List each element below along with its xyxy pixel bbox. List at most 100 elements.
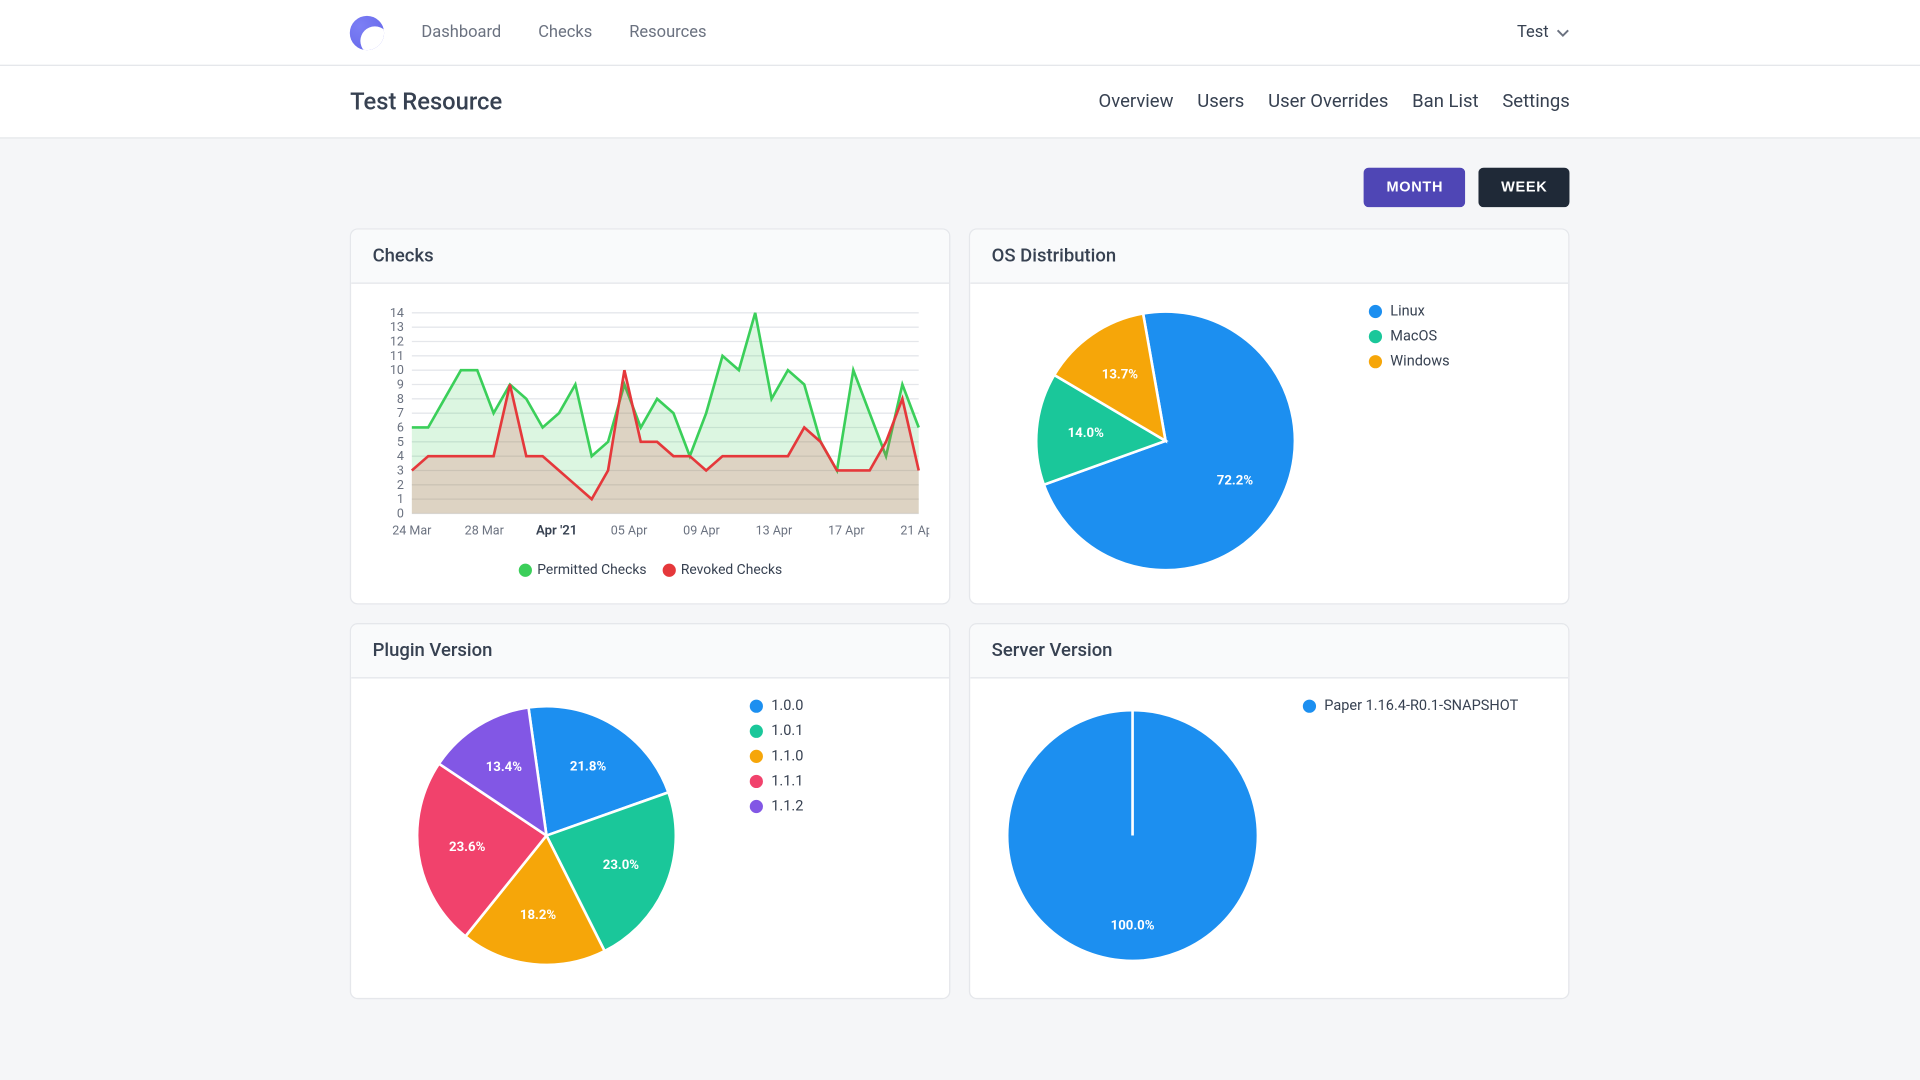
card-os: OS Distribution 72.2% 14.0% 13.7% Linux Mac… xyxy=(969,228,1570,604)
svg-text:05 Apr: 05 Apr xyxy=(611,524,648,539)
server-chart[interactable]: 100.0% Paper 1.16.4-R0.1-SNAPSHOT xyxy=(971,678,1569,997)
os-chart[interactable]: 72.2% 14.0% 13.7% Linux MacOS Windows xyxy=(971,284,1569,603)
svg-text:100.0%: 100.0% xyxy=(1111,918,1155,933)
legend-item[interactable]: Linux xyxy=(1369,302,1449,319)
user-menu-label: Test xyxy=(1517,22,1549,42)
card-server-title: Server Version xyxy=(971,624,1569,678)
card-plugin-title: Plugin Version xyxy=(351,624,949,678)
legend-label: Paper 1.16.4-R0.1-SNAPSHOT xyxy=(1324,697,1518,714)
legend-item[interactable]: MacOS xyxy=(1369,327,1449,344)
svg-text:Apr '21: Apr '21 xyxy=(536,524,577,539)
checks-legend: Permitted Checks Revoked Checks xyxy=(375,561,925,578)
legend-item[interactable]: 1.1.2 xyxy=(750,797,803,814)
svg-text:23.6%: 23.6% xyxy=(449,840,486,855)
legend-label: MacOS xyxy=(1390,327,1437,344)
legend-dot-icon xyxy=(750,699,763,712)
card-os-title: OS Distribution xyxy=(971,230,1569,284)
tab-settings[interactable]: Settings xyxy=(1502,91,1569,112)
svg-text:28 Mar: 28 Mar xyxy=(465,524,505,539)
svg-text:1: 1 xyxy=(397,492,404,507)
legend-dot-icon xyxy=(1369,354,1382,367)
legend-dot-icon xyxy=(750,724,763,737)
svg-text:0: 0 xyxy=(397,506,404,521)
svg-text:24 Mar: 24 Mar xyxy=(393,524,433,539)
plugin-legend: 1.0.0 1.0.1 1.1.0 1.1.1 1.1.2 xyxy=(750,697,803,822)
legend-dot-icon xyxy=(750,799,763,812)
plugin-chart[interactable]: 21.8% 23.0% 18.2% 23.6% 13.4% 1.0.0 1.0.1 1.1.… xyxy=(351,678,949,997)
page-header: Test Resource Overview Users User Overri… xyxy=(0,66,1920,139)
svg-text:2: 2 xyxy=(397,478,404,493)
svg-text:21.8%: 21.8% xyxy=(570,759,607,774)
svg-text:13.4%: 13.4% xyxy=(486,760,523,775)
logo-icon xyxy=(350,15,384,49)
tab-overview[interactable]: Overview xyxy=(1099,91,1174,112)
chevron-down-icon xyxy=(1557,26,1570,39)
svg-text:5: 5 xyxy=(397,435,404,450)
legend-label: 1.1.0 xyxy=(771,747,803,764)
card-checks-title: Checks xyxy=(351,230,949,284)
legend-label: 1.1.1 xyxy=(771,772,803,789)
content: MONTH WEEK Checks 0123456789101112131424… xyxy=(350,139,1570,1000)
tab-users[interactable]: Users xyxy=(1197,91,1244,112)
legend-item[interactable]: Revoked Checks xyxy=(662,561,782,578)
month-button[interactable]: MONTH xyxy=(1364,168,1465,208)
svg-text:3: 3 xyxy=(397,463,404,478)
legend-item[interactable]: 1.0.0 xyxy=(750,697,803,714)
legend-item[interactable]: Windows xyxy=(1369,352,1449,369)
svg-text:17 Apr: 17 Apr xyxy=(828,524,865,539)
legend-item[interactable]: Permitted Checks xyxy=(519,561,647,578)
legend-label: 1.0.0 xyxy=(771,697,803,714)
checks-chart[interactable]: 0123456789101112131424 Mar28 MarApr '210… xyxy=(351,284,949,602)
legend-label: Permitted Checks xyxy=(537,561,646,578)
server-legend: Paper 1.16.4-R0.1-SNAPSHOT xyxy=(1303,697,1518,722)
page-title: Test Resource xyxy=(350,88,502,116)
svg-text:13: 13 xyxy=(390,320,404,335)
svg-text:14: 14 xyxy=(390,306,404,321)
legend-item[interactable]: 1.1.1 xyxy=(750,772,803,789)
legend-dot-icon xyxy=(1369,304,1382,317)
user-menu[interactable]: Test xyxy=(1517,22,1570,42)
legend-dot-icon xyxy=(662,563,675,576)
svg-text:7: 7 xyxy=(397,406,404,421)
svg-text:72.2%: 72.2% xyxy=(1217,474,1254,489)
legend-item[interactable]: 1.1.0 xyxy=(750,747,803,764)
tab-user-overrides[interactable]: User Overrides xyxy=(1268,91,1388,112)
legend-item[interactable]: 1.0.1 xyxy=(750,722,803,739)
card-checks: Checks 0123456789101112131424 Mar28 MarA… xyxy=(350,228,951,604)
svg-text:6: 6 xyxy=(397,420,404,435)
svg-text:11: 11 xyxy=(390,349,404,364)
legend-dot-icon xyxy=(750,749,763,762)
nav-link-checks[interactable]: Checks xyxy=(538,22,592,42)
nav-link-resources[interactable]: Resources xyxy=(629,22,706,42)
svg-text:23.0%: 23.0% xyxy=(603,858,640,873)
tab-ban-list[interactable]: Ban List xyxy=(1412,91,1478,112)
svg-text:21 Apr: 21 Apr xyxy=(901,524,930,539)
svg-text:4: 4 xyxy=(397,449,404,464)
svg-text:12: 12 xyxy=(390,334,404,349)
nav-link-dashboard[interactable]: Dashboard xyxy=(421,22,501,42)
legend-dot-icon xyxy=(1369,329,1382,342)
legend-label: Linux xyxy=(1390,302,1425,319)
card-server: Server Version 100.0% Paper 1.16.4-R0.1-… xyxy=(969,623,1570,999)
svg-text:09 Apr: 09 Apr xyxy=(683,524,720,539)
svg-text:9: 9 xyxy=(397,377,404,392)
legend-dot-icon xyxy=(519,563,532,576)
time-filter-row: MONTH WEEK xyxy=(350,168,1570,208)
card-plugin: Plugin Version 21.8% 23.0% 18.2% 23.6% 13.4%… xyxy=(350,623,951,999)
legend-dot-icon xyxy=(750,774,763,787)
svg-text:8: 8 xyxy=(397,392,404,407)
legend-item[interactable]: Paper 1.16.4-R0.1-SNAPSHOT xyxy=(1303,697,1518,714)
legend-label: Revoked Checks xyxy=(681,561,782,578)
svg-text:18.2%: 18.2% xyxy=(520,908,557,923)
svg-text:13 Apr: 13 Apr xyxy=(756,524,793,539)
svg-text:14.0%: 14.0% xyxy=(1068,426,1105,441)
week-button[interactable]: WEEK xyxy=(1479,168,1570,208)
svg-text:10: 10 xyxy=(390,363,404,378)
legend-dot-icon xyxy=(1303,699,1316,712)
legend-label: Windows xyxy=(1390,352,1449,369)
legend-label: 1.0.1 xyxy=(771,722,803,739)
os-legend: Linux MacOS Windows xyxy=(1369,302,1449,377)
svg-text:13.7%: 13.7% xyxy=(1102,367,1139,382)
page-tabs: Overview Users User Overrides Ban List S… xyxy=(1099,91,1570,112)
top-nav: Dashboard Checks Resources Test xyxy=(0,0,1920,66)
